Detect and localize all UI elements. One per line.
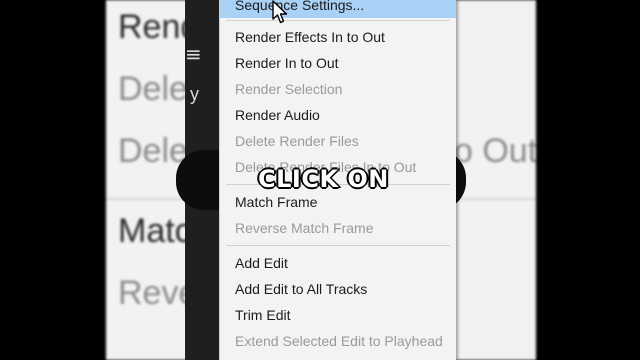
mouse-cursor-icon [272, 0, 288, 24]
menu-item-render-in-to-out[interactable]: Render In to Out [220, 50, 456, 76]
menu-item-render-effects-in-to-out[interactable]: Render Effects In to Out [220, 24, 456, 50]
bg-text-delete-1: Dele [118, 70, 188, 108]
menu-item-trim-edit[interactable]: Trim Edit [220, 302, 456, 328]
menu-item-delete-render-files[interactable]: Delete Render Files [220, 128, 456, 154]
bg-text-match: Matc [118, 212, 192, 250]
video-caption: CLICK ON [257, 164, 389, 194]
menu-item-extend-selected-edit-to-playhead[interactable]: Extend Selected Edit to Playhead [220, 328, 456, 354]
menu-separator [226, 245, 450, 246]
menu-item-add-edit-to-all-tracks[interactable]: Add Edit to All Tracks [220, 276, 456, 302]
menu-item-sequence-settings[interactable]: Sequence Settings... [220, 0, 456, 18]
menu-item-render-audio[interactable]: Render Audio [220, 102, 456, 128]
strip-letter: y [190, 84, 199, 104]
bg-text-delete-2: Dele [118, 132, 188, 170]
bg-text-out: o Out [454, 132, 536, 170]
menu-item-add-edit[interactable]: Add Edit [220, 250, 456, 276]
menu-item-reverse-match-frame[interactable]: Reverse Match Frame [220, 215, 456, 241]
hamburger-icon: ≡ [185, 42, 202, 66]
menu-separator [226, 20, 450, 21]
menu-item-render-selection[interactable]: Render Selection [220, 76, 456, 102]
